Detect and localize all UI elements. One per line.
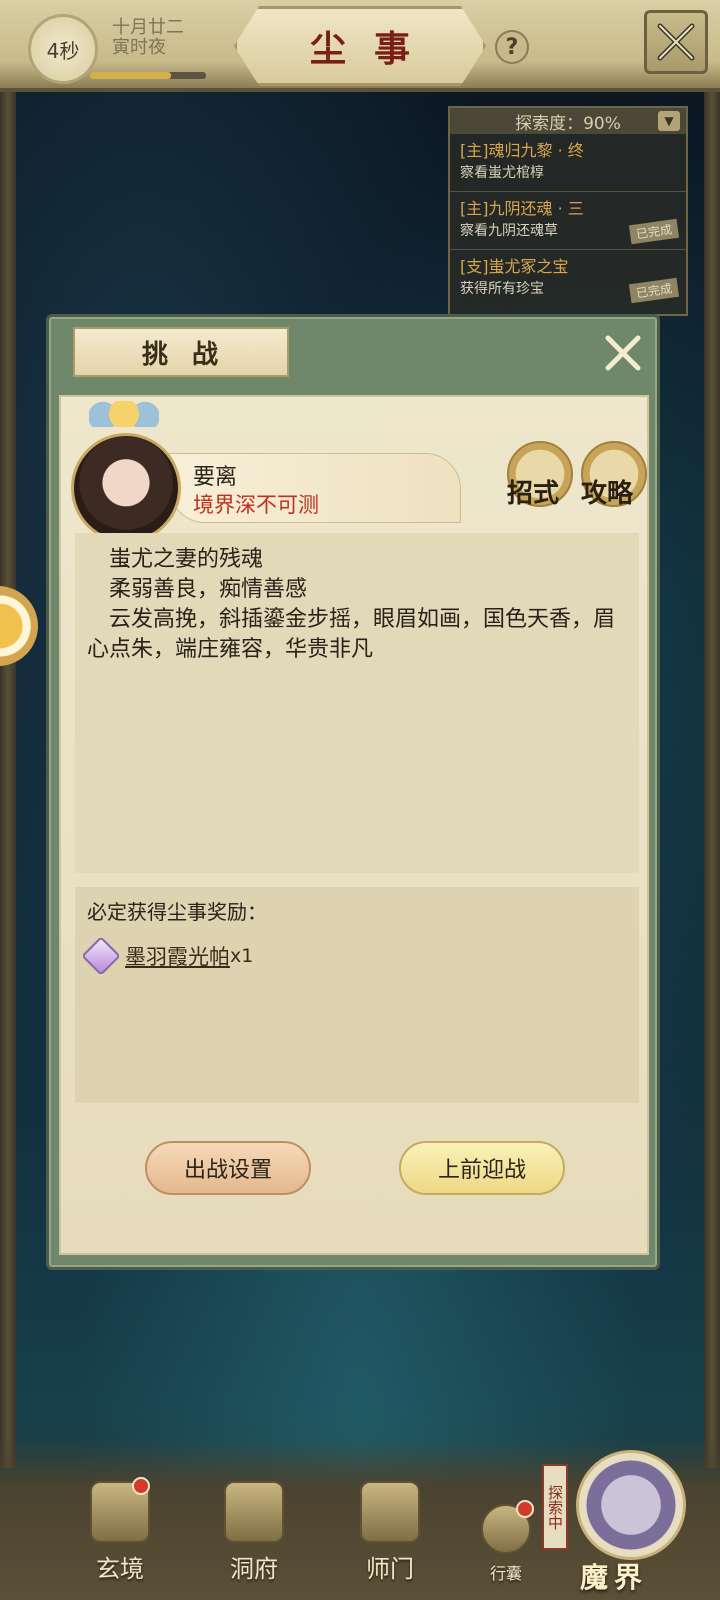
page-title: 尘事	[234, 6, 486, 86]
reward-title: 必定获得尘事奖励：	[87, 900, 267, 924]
nav-xingnang[interactable]: 行囊	[456, 1500, 556, 1584]
nav-label: 玄境	[96, 1555, 144, 1583]
nav-label: 洞府	[230, 1555, 278, 1583]
exploration-progress: 探索度：90%	[515, 113, 621, 134]
battle-setup-button[interactable]: 出战设置	[145, 1141, 311, 1195]
timer-text: 4秒	[46, 38, 80, 63]
nav-shimen[interactable]: 师门	[340, 1481, 440, 1584]
time-progress-bar	[90, 72, 206, 79]
gem-icon	[81, 936, 121, 976]
npc-description: 蚩尤之妻的残魂 柔弱善良，痴情善感 云发高挽，斜插鎏金步摇，眼眉如画，国色天香，…	[75, 533, 639, 873]
hairpin-ornament	[89, 401, 159, 427]
left-frame	[0, 88, 16, 1468]
banner-icon	[360, 1481, 420, 1543]
quest-title: [主]魂归九黎 · 终	[460, 141, 584, 160]
realm-label: 魔界	[580, 1561, 649, 1594]
realm-portrait	[576, 1450, 686, 1560]
reward-count: x1	[230, 945, 254, 967]
date-line-1: 十月廿二	[112, 17, 184, 38]
exit-button[interactable]	[644, 10, 708, 74]
reward-name[interactable]: 墨羽霞光帕	[125, 941, 230, 971]
quest-item[interactable]: [主]九阴还魂 · 三 察看九阴还魂草 已完成	[450, 192, 686, 250]
reward-item[interactable]: 墨羽霞光帕 x1	[81, 936, 627, 976]
description-line: 蚩尤之妻的残魂	[109, 547, 264, 572]
guide-label[interactable]: 攻略	[581, 473, 633, 510]
dialog-content: 要离 境界深不可测 招式 攻略 蚩尤之妻的残魂 柔弱善良，痴情善感 云发高挽，斜…	[59, 395, 649, 1255]
timer-badge: 4秒	[28, 14, 98, 84]
exploration-header: 探索度：90% ▼	[450, 108, 686, 134]
magic-realm-button[interactable]: 探索中 魔界	[542, 1440, 696, 1594]
notification-dot	[132, 1477, 150, 1495]
npc-realm: 境界深不可测	[193, 493, 319, 517]
npc-avatar	[71, 433, 181, 543]
description-line: 云发高挽，斜插鎏金步摇，眼眉如画，国色天香，眉心点朱，端庄雍容，华贵非凡	[87, 607, 616, 662]
start-fight-button[interactable]: 上前迎战	[399, 1141, 565, 1195]
time-progress-fill	[90, 72, 172, 79]
date-line-2: 寅时夜	[112, 37, 166, 58]
collapse-icon[interactable]: ▼	[658, 111, 680, 131]
close-icon	[605, 335, 641, 371]
quest-item[interactable]: [主]魂归九黎 · 终 察看蚩尤棺椁	[450, 134, 686, 192]
reward-box: 必定获得尘事奖励： 墨羽霞光帕 x1	[75, 887, 639, 1103]
description-line: 柔弱善良，痴情善感	[109, 577, 308, 602]
game-date: 十月廿二 寅时夜	[112, 18, 184, 58]
nav-label: 行囊	[489, 1564, 522, 1583]
dialog-close-button[interactable]	[601, 331, 645, 375]
quest-tracker[interactable]: 探索度：90% ▼ [主]魂归九黎 · 终 察看蚩尤棺椁 [主]九阴还魂 · 三…	[448, 106, 688, 316]
nav-dongfu[interactable]: 洞府	[204, 1481, 304, 1584]
skills-label[interactable]: 招式	[507, 473, 559, 510]
quest-title: [支]蚩尤冢之宝	[460, 257, 569, 276]
challenge-dialog: 挑战 要离 境界深不可测 招式 攻略 蚩尤之妻的残魂 柔弱善良，痴情善感 云发高…	[46, 314, 660, 1270]
top-bar: 4秒 十月廿二 寅时夜 尘事 ?	[0, 0, 720, 92]
nav-xuanjing[interactable]: 玄境	[70, 1477, 170, 1584]
help-button[interactable]: ?	[495, 30, 529, 64]
lantern-icon	[224, 1481, 284, 1543]
close-icon	[657, 23, 695, 61]
dialog-title: 挑战	[73, 327, 289, 377]
npc-name: 要离	[193, 465, 238, 490]
nav-label: 师门	[366, 1555, 414, 1583]
quest-desc: 察看蚩尤棺椁	[460, 165, 544, 181]
quest-title: [主]九阴还魂 · 三	[460, 199, 584, 218]
notification-dot	[516, 1500, 534, 1518]
quest-item[interactable]: [支]蚩尤冢之宝 获得所有珍宝 已完成	[450, 250, 686, 308]
right-frame	[704, 88, 720, 1468]
exploring-tag: 探索中	[542, 1464, 568, 1550]
